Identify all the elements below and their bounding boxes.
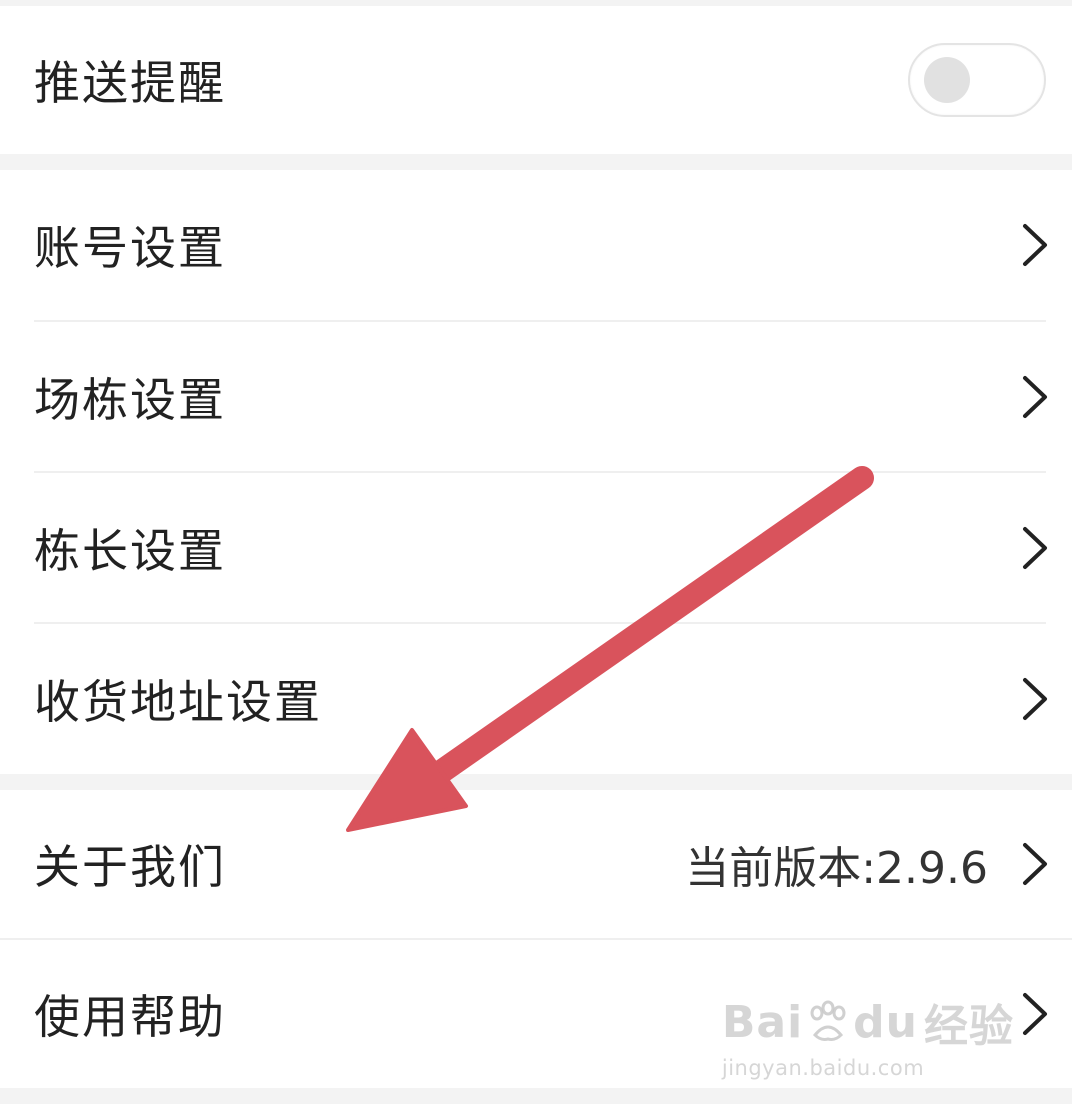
chevron-right-icon [1023,843,1047,885]
notification-group: 推送提醒 [0,6,1072,154]
account-settings-row[interactable]: 账号设置 [0,170,1072,320]
account-settings-label: 账号设置 [34,221,226,275]
chevron-right-icon [1023,526,1047,569]
about-us-row[interactable]: 关于我们 当前版本:2.9.6 [0,790,1072,938]
push-reminder-toggle[interactable] [908,43,1046,117]
building-head-settings-label: 栋长设置 [34,523,226,578]
about-us-label: 关于我们 [34,840,226,894]
watermark-brand-left: Bai [721,996,804,1048]
watermark-brand-cn: 经验 [924,1001,1014,1052]
settings-page: 推送提醒 账号设置 场栋设置 栋长设置 收货地址设置 关于我们 当前版本:2.9… [0,0,1072,1104]
baidu-jingyan-watermark: Bai du 经验 jingyan.baidu.com [721,990,1014,1081]
paw-icon [810,1000,846,1041]
address-settings-label: 收货地址设置 [34,675,322,729]
current-version-text: 当前版本:2.9.6 [685,843,988,894]
push-reminder-row: 推送提醒 [0,6,1072,154]
watermark-brand-right: du [853,996,918,1048]
toggle-knob [924,57,970,103]
farm-settings-label: 场栋设置 [34,372,226,427]
chevron-right-icon [1023,678,1047,720]
building-head-settings-row[interactable]: 栋长设置 [0,473,1072,622]
help-label: 使用帮助 [34,990,226,1044]
address-settings-row[interactable]: 收货地址设置 [0,624,1072,774]
chevron-right-icon [1023,993,1047,1035]
farm-settings-row[interactable]: 场栋设置 [0,322,1072,471]
settings-group: 账号设置 场栋设置 栋长设置 收货地址设置 [0,170,1072,774]
watermark-url: jingyan.baidu.com [721,1056,925,1080]
chevron-right-icon [1023,224,1047,266]
chevron-right-icon [1023,375,1047,418]
push-reminder-label: 推送提醒 [34,56,226,110]
